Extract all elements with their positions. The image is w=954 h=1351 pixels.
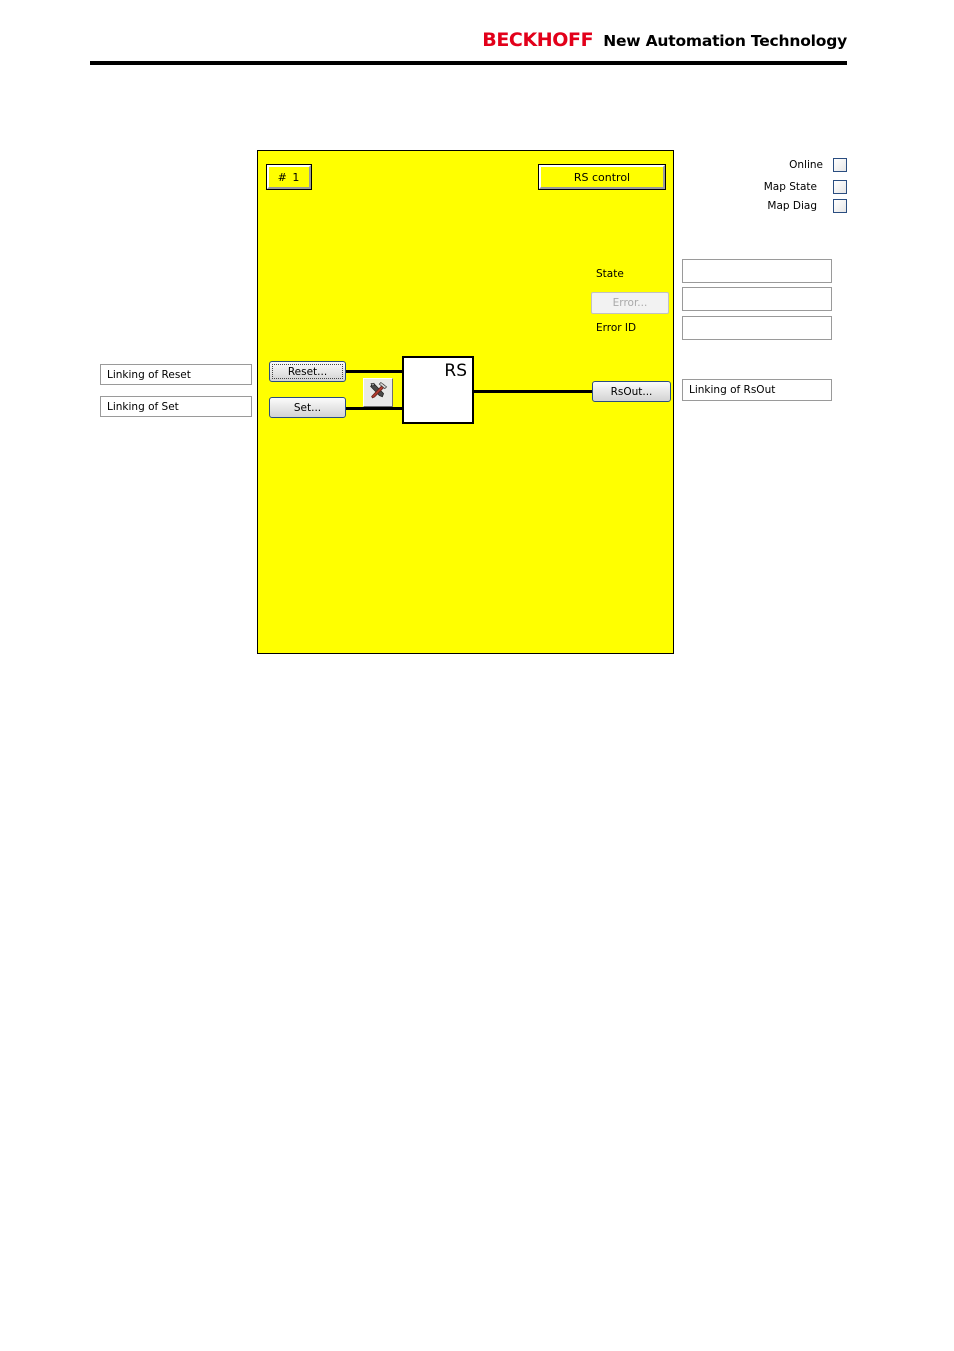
beckhoff-logo: BECKHOFF New Automation Technology [482, 29, 847, 51]
tools-button[interactable] [363, 378, 393, 407]
brand-tagline: New Automation Technology [603, 32, 847, 50]
map-diag-option-row[interactable]: Map Diag [767, 199, 847, 213]
header-divider [90, 61, 847, 65]
rs-control-editor-panel: # 1 RS control State Error... Error ID R… [257, 150, 674, 654]
map-diag-checkbox[interactable] [833, 199, 847, 213]
error-button: Error... [591, 292, 669, 314]
rs-function-block-label: RS [444, 361, 467, 381]
instance-index-button[interactable]: # 1 [266, 164, 312, 190]
tools-icon [368, 381, 388, 405]
map-state-option-row[interactable]: Map State [764, 180, 847, 194]
map-state-checkbox[interactable] [833, 180, 847, 194]
linking-of-reset-field[interactable]: Linking of Reset [100, 364, 252, 385]
wire-reset-to-block [346, 370, 404, 373]
wire-block-to-rsout [472, 390, 594, 393]
wire-set-to-block [346, 407, 404, 410]
linking-of-rsout-field[interactable]: Linking of RsOut [682, 379, 832, 401]
online-checkbox[interactable] [833, 158, 847, 172]
set-button[interactable]: Set... [269, 397, 346, 418]
rs-function-block[interactable]: RS [402, 356, 474, 424]
error-value-field[interactable] [682, 287, 832, 311]
linking-of-set-field[interactable]: Linking of Set [100, 396, 252, 417]
document-header: BECKHOFF New Automation Technology [0, 0, 954, 80]
online-option-row[interactable]: Online [789, 158, 847, 172]
map-state-label: Map State [763, 181, 817, 193]
brand-name: BECKHOFF [482, 29, 594, 51]
error-id-value-field[interactable] [682, 316, 832, 340]
rs-control-title-button[interactable]: RS control [538, 164, 666, 190]
error-id-label: Error ID [596, 322, 637, 334]
rsout-button[interactable]: RsOut... [592, 381, 671, 402]
online-label: Online [789, 159, 823, 171]
state-label: State [596, 268, 624, 280]
map-diag-label: Map Diag [767, 200, 817, 212]
reset-button[interactable]: Reset... [269, 361, 346, 382]
state-value-field[interactable] [682, 259, 832, 283]
